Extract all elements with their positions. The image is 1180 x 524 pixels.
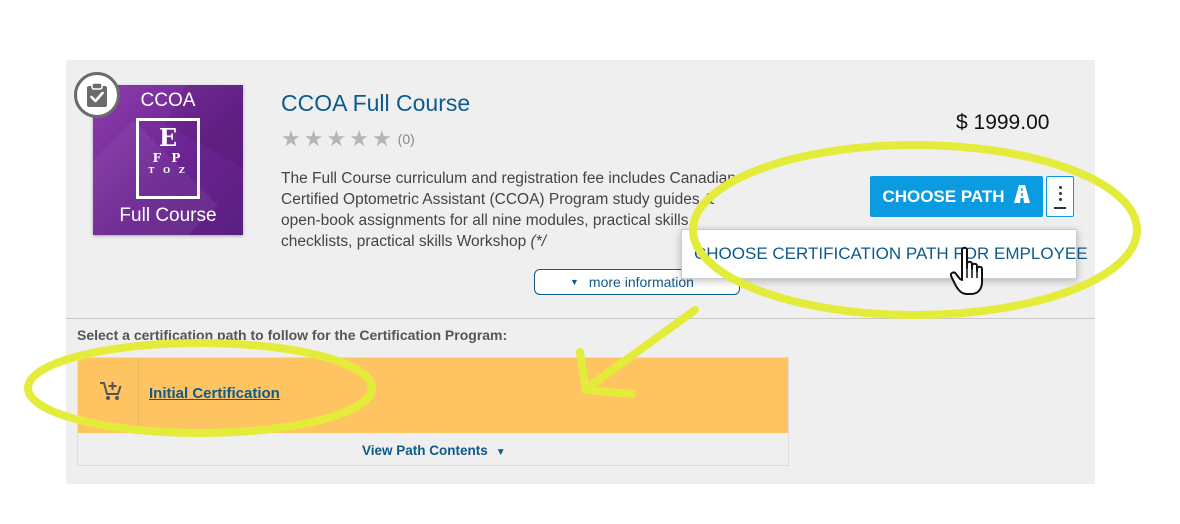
more-information-label: more information — [588, 274, 694, 290]
star-icon: ★ — [371, 126, 392, 151]
choose-certification-path-menu-item[interactable]: CHOOSE CERTIFICATION PATH FOR EMPLOYEE — [681, 229, 1088, 279]
star-icon: ★ — [349, 126, 369, 151]
eye-chart-line: E — [158, 123, 178, 152]
star-icon: ★ — [281, 126, 301, 151]
course-title[interactable]: CCOA Full Course — [281, 90, 470, 117]
description-note: (*/ — [530, 233, 547, 250]
course-price: $ 1999.00 — [956, 111, 1050, 134]
hand-cursor-icon — [949, 246, 992, 303]
choose-path-label: CHOOSE PATH — [882, 186, 1005, 206]
description-text: The Full Course curriculum and registrat… — [281, 170, 736, 250]
eye-chart-line: T O Z — [148, 165, 188, 175]
eye-chart-icon: E F P T O Z — [136, 118, 200, 199]
cart-add-icon[interactable] — [99, 380, 123, 407]
rating-stars: ★ ★ ★ ★ ★ (0) — [281, 127, 415, 151]
view-path-contents-label: View Path Contents — [362, 443, 488, 458]
choose-path-button[interactable]: CHOOSE PATH — [870, 176, 1043, 217]
star-icon: ★ — [303, 126, 324, 151]
section-divider — [66, 318, 1095, 319]
checklist-icon — [74, 72, 120, 118]
path-select-prompt: Select a certification path to follow fo… — [77, 327, 508, 343]
path-separator — [138, 358, 139, 433]
initial-certification-link[interactable]: Initial Certification — [149, 385, 280, 402]
rating-count: (0) — [397, 131, 415, 147]
thumbnail-subtitle: Full Course — [119, 205, 217, 226]
road-icon — [1013, 185, 1031, 208]
view-path-contents-toggle[interactable]: View Path Contents ▼ — [362, 443, 506, 458]
caret-down-icon: ▼ — [570, 277, 579, 287]
eye-chart-line: F P — [152, 151, 184, 165]
caret-down-icon: ▼ — [495, 447, 506, 458]
star-icon: ★ — [326, 126, 347, 151]
kebab-menu-icon[interactable] — [1046, 176, 1074, 217]
